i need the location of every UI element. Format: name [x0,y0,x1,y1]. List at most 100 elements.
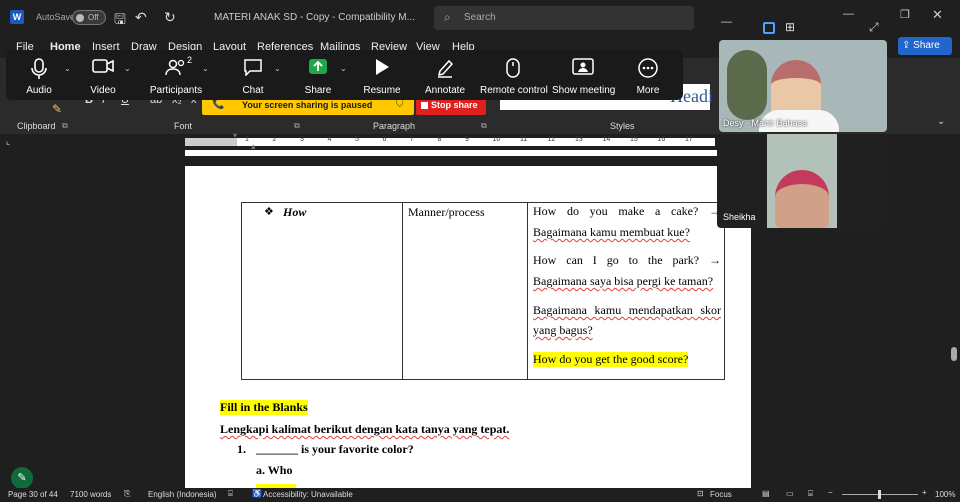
more-icon [638,58,658,78]
remote-control-button[interactable]: Remote control [480,50,548,100]
accessibility-status[interactable]: Accessibility: Unavailable [263,490,353,499]
share-icon: ⇪ [902,40,911,51]
zoom-out-icon[interactable]: − [828,488,833,497]
stop-square-icon [421,102,428,109]
participants-icon [165,59,185,76]
annotate-button[interactable]: Annotate [420,50,470,100]
ruler-number: 3 [300,136,304,143]
fullscreen-icon[interactable]: ⤢ [869,20,879,35]
language[interactable]: English (Indonesia) [148,490,216,499]
pen-fab[interactable]: ✎ [11,467,33,488]
share-screen-button[interactable]: ⌄ Share [296,50,347,100]
paragraph-launcher-icon[interactable]: ⧉ [481,121,487,131]
example-line-highlighted: How do you get the good score? [533,352,689,367]
participant-video-sheikha[interactable]: Sheikha [717,134,887,228]
chat-icon [244,59,262,76]
more-label: More [636,85,660,96]
question-text: _______ is your favorite color? [256,442,414,456]
show-meeting-button[interactable]: Show meeting [552,50,615,100]
proofing-icon[interactable]: ⎘ [124,489,130,499]
microphone-icon [31,58,47,79]
search-icon: ⌕ [444,10,451,24]
word-count[interactable]: 7100 words [70,490,111,499]
annotate-label: Annotate [424,85,466,96]
vertical-scrollbar[interactable] [948,150,960,488]
video-panel: — ⊞ ⤢ Desy - Mahir Bahasa Sheikha [717,0,890,230]
toggle-knob [76,14,84,22]
table-cell-how[interactable]: ❖ How [241,202,403,380]
participant-video-desy[interactable]: Desy - Mahir Bahasa [719,40,887,132]
share-screen-icon [309,59,327,74]
focus-label[interactable]: Focus [710,490,732,499]
autosave-state: Off [88,13,99,22]
ruler-number: 11 [520,136,528,143]
ribbon-collapse-icon[interactable]: ⌄ [937,116,945,127]
video-button[interactable]: ⌄ Video [78,50,131,100]
example-line: Bagaimana kamu membuat kue? [533,225,690,239]
example-line: How do you make a cake? → [533,204,721,218]
share-button[interactable]: ⇪ Share [898,37,952,55]
speaker-view-icon[interactable] [763,22,775,34]
search-placeholder: Search [464,12,496,23]
print-layout-icon[interactable]: ▤ [762,489,770,498]
restore-icon[interactable]: ❐ [900,8,910,21]
chat-button[interactable]: ⌄ Chat [228,50,281,100]
zoom-in-icon[interactable]: + [922,488,927,497]
zoom-slider-thumb[interactable] [878,490,881,499]
audio-label: Audio [26,85,52,96]
accessibility-icon[interactable]: ♿ [252,489,262,498]
read-mode-icon[interactable]: ▭ [786,489,794,498]
resume-button[interactable]: Resume [360,50,404,100]
gallery-view-icon[interactable]: ⊞ [785,20,795,34]
audio-button[interactable]: ⌄ Audio [14,50,71,100]
autosave-toggle[interactable]: Off [72,10,106,25]
font-group-label: Font [174,121,193,131]
zoom-slider[interactable] [842,490,918,499]
chevron-down-icon[interactable]: ⌄ [340,64,347,73]
table-cell-examples[interactable]: How do you make a cake? → Bagaimana kamu… [527,202,725,380]
document-page[interactable]: ❖ How Manner/process How do you make a c… [185,166,751,488]
redo-icon[interactable]: ↻ [164,9,176,26]
meeting-window-icon [572,58,594,75]
ruler-number: 12 [547,136,556,143]
pencil-icon [437,59,454,78]
clipboard-group-label: Clipboard [17,121,56,131]
participants-button[interactable]: 2 ⌄ Participants [146,50,209,100]
paused-text: Your screen sharing is paused [242,100,373,110]
save-icon[interactable]: 🖫 [114,9,126,33]
more-button[interactable]: More [626,50,670,100]
table-cell-manner[interactable]: Manner/process [402,202,528,380]
chevron-down-icon[interactable]: ⌄ [124,64,131,73]
example-line: Bagaimana kamu mendapatkan skor [533,303,721,317]
ruler-number: 2 [272,136,277,143]
camera-feed [767,134,837,228]
example-line: Bagaimana saya bisa pergi ke taman? [533,274,714,288]
chevron-down-icon[interactable]: ⌄ [64,64,71,73]
undo-icon[interactable]: ↶ [135,9,147,26]
participant-count: 2 [187,55,193,65]
search-box[interactable]: ⌕ Search [434,6,694,30]
predictions-icon[interactable]: ⌸ [228,489,233,499]
question-number: 1. [237,442,246,456]
phone-icon: 📞 [212,99,225,110]
ruler-number: 1 [245,136,249,143]
mouse-icon [506,58,520,78]
close-icon[interactable]: ✕ [932,7,943,23]
focus-icon[interactable]: ⊡ [697,489,704,498]
chevron-down-icon[interactable]: ⌄ [202,64,209,73]
chat-label: Chat [242,85,264,96]
minimize-panel-icon[interactable]: — [721,16,732,28]
ruler-number: 7 [410,136,414,143]
scrollbar-thumb[interactable] [951,347,957,361]
zoom-percent[interactable]: 100% [935,490,955,499]
instruction-text: Lengkapi kalimat berikut dengan kata tan… [220,422,510,436]
web-layout-icon[interactable]: ⌸ [808,489,813,499]
chevron-down-icon[interactable]: ⌄ [274,64,281,73]
format-painter-icon[interactable]: ✎ [52,102,62,116]
share-label: Share [913,40,940,51]
video-camera-icon [92,59,114,73]
font-launcher-icon[interactable]: ⧉ [294,121,300,131]
bullet-diamond-icon: ❖ [264,206,274,218]
page-count[interactable]: Page 30 of 44 [8,490,58,499]
clipboard-launcher-icon[interactable]: ⧉ [62,121,68,131]
